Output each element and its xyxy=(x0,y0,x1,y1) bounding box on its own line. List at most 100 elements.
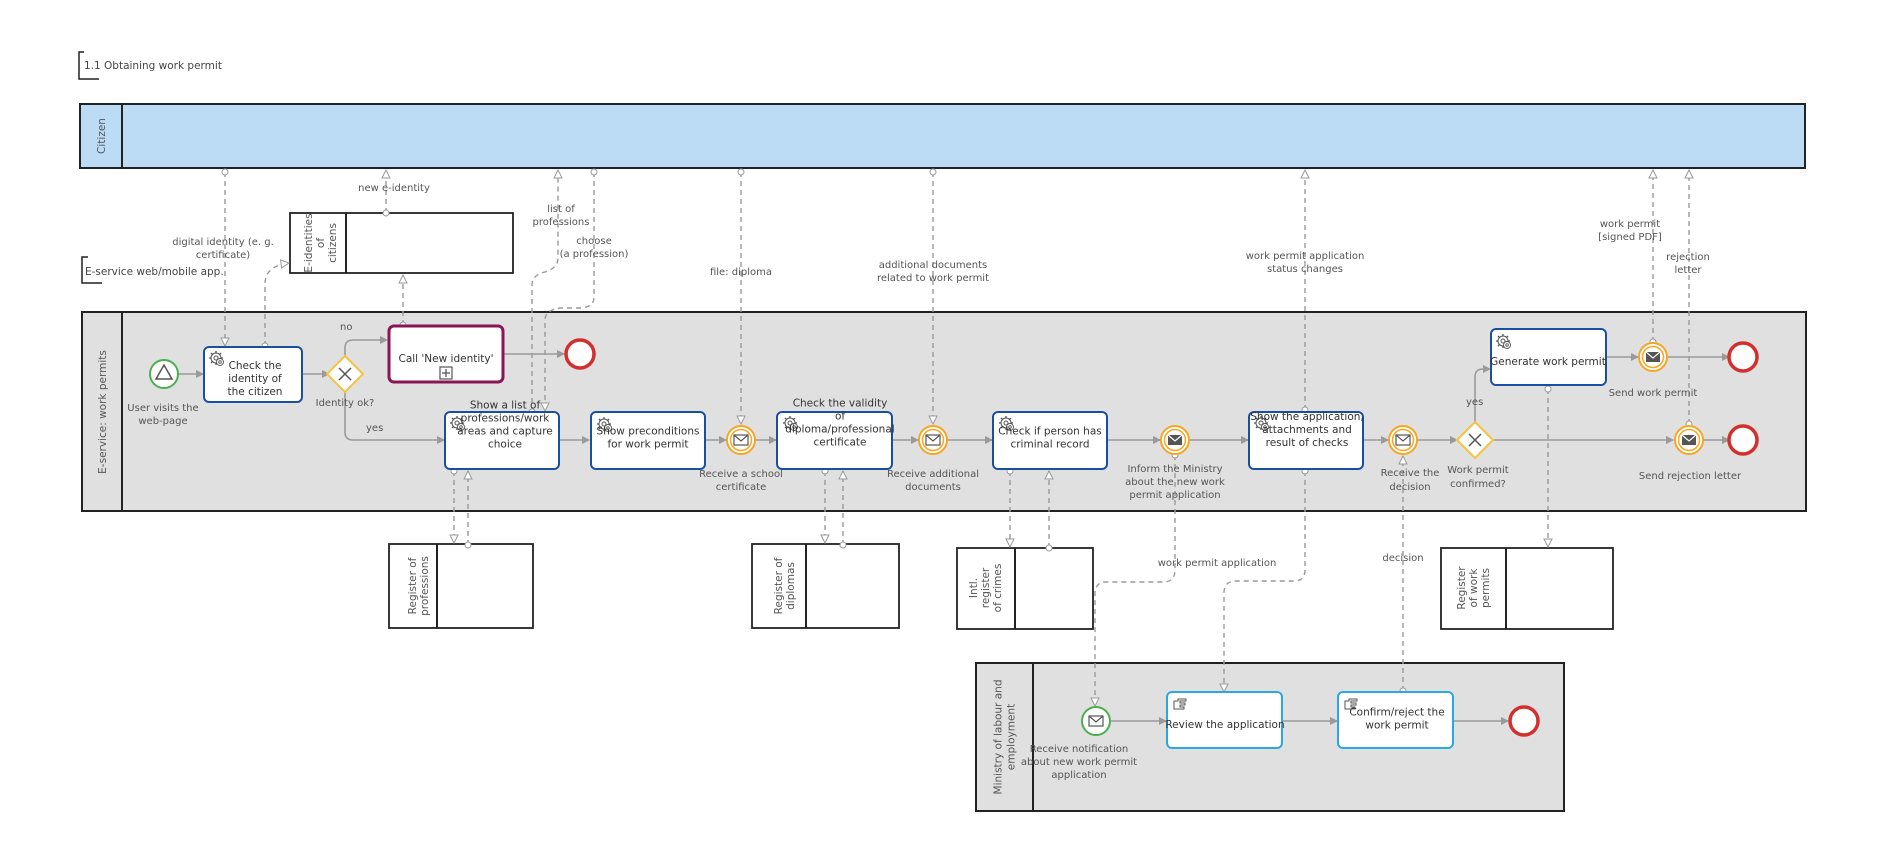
start-event-label-line: web-page xyxy=(138,416,187,427)
task-generate-permit-label-line: Generate work permit xyxy=(1490,356,1606,368)
end-event-rejected[interactable] xyxy=(1727,424,1759,456)
task-generate-permit-label: Generate work permit xyxy=(1490,356,1606,368)
register-crimes-label-line: register xyxy=(980,567,992,608)
pool-e-identities[interactable]: E-identities of citizens xyxy=(289,212,514,274)
task-show-application[interactable]: Show the application,attachments andresu… xyxy=(1248,411,1364,470)
pool-e-identities-label-line: citizens xyxy=(327,223,339,263)
label-work-permit-application-line: work permit application xyxy=(1158,558,1277,569)
pool-citizen-label: Citizen xyxy=(96,118,108,154)
event-ministry-receive-label-line: application xyxy=(1051,770,1106,781)
collapsed-subprocess-plus-icon xyxy=(439,366,453,380)
start-event-label-line: User visits the xyxy=(127,403,198,414)
event-send-work-permit-label: Send work permit xyxy=(1609,388,1698,399)
event-send-work-permit[interactable] xyxy=(1638,342,1668,372)
envelope-icon xyxy=(1395,434,1411,446)
task-show-professions-label-line: areas and capture xyxy=(457,426,553,438)
pool-citizen[interactable]: Citizen xyxy=(79,103,1806,169)
gateway-permit-confirmed-label-line: confirmed? xyxy=(1450,479,1506,490)
task-check-criminal-label: Check if person hascriminal record xyxy=(998,426,1101,451)
register-work-permits-label: Register of work permits xyxy=(1456,566,1492,610)
register-work-permits-label-line: Register xyxy=(1456,566,1468,610)
event-send-rejection-letter[interactable] xyxy=(1674,425,1704,455)
register-diplomas-label-line: Register of xyxy=(773,557,785,614)
event-inform-ministry-label-line: about the new work xyxy=(1125,477,1225,488)
event-receive-school-certificate[interactable] xyxy=(726,425,756,455)
pool-e-identities-label-line: E-identities xyxy=(303,213,315,272)
pool-register-work-permits[interactable]: Register of work permits xyxy=(1440,547,1614,630)
task-check-validity-label-line: Check the validity xyxy=(793,398,888,410)
flow-label-no: no xyxy=(340,322,352,333)
task-show-preconditions-label: Show preconditionsfor work permit xyxy=(597,426,700,451)
user-task-hand-icon xyxy=(1173,698,1187,710)
event-receive-school-label-line: certificate xyxy=(716,482,766,493)
register-work-permits-label-line: of work xyxy=(1468,568,1480,608)
pool-register-diplomas[interactable]: Register of diplomas xyxy=(751,543,900,629)
pool-register-crimes[interactable]: Intl. register of crimes xyxy=(956,547,1094,630)
task-review-application[interactable]: Review the application xyxy=(1165,691,1285,749)
task-show-application-label: Show the application,attachments andresu… xyxy=(1250,411,1364,449)
event-ministry-receive-notification[interactable] xyxy=(1081,706,1111,736)
label-file-diploma-line: file: diploma xyxy=(710,267,772,278)
task-confirm-reject-label-line: work permit xyxy=(1365,720,1428,732)
call-activity-new-identity[interactable]: Call 'New identity' xyxy=(387,324,505,384)
envelope-filled-icon xyxy=(1645,351,1661,362)
task-check-criminal-label-line: Check if person has xyxy=(998,426,1101,438)
label-decision: decision xyxy=(1382,553,1423,564)
register-professions-label-line: Register of xyxy=(407,557,419,614)
task-show-application-label-line: attachments and xyxy=(1262,424,1352,436)
event-inform-ministry-label-line: permit application xyxy=(1129,490,1220,501)
label-file-diploma: file: diploma xyxy=(710,267,772,278)
start-event-user-visits[interactable] xyxy=(149,359,179,389)
pool-e-service-label: E-service: work permits xyxy=(97,350,109,474)
label-digital-identity-line: digital identity (e. g. xyxy=(172,237,274,248)
event-receive-decision[interactable] xyxy=(1388,425,1418,455)
label-additional-docs-line: additional documents xyxy=(879,260,988,271)
end-event-ministry[interactable] xyxy=(1508,705,1540,737)
task-confirm-reject[interactable]: Confirm/reject thework permit xyxy=(1337,691,1454,749)
label-new-eidentity: new e-identity xyxy=(358,183,430,194)
envelope-icon xyxy=(925,434,941,446)
register-work-permits-label-line: permits xyxy=(1480,568,1492,608)
pool-ministry-label-line: employment xyxy=(1006,704,1018,770)
task-show-preconditions-label-line: Show preconditions xyxy=(597,426,700,438)
label-list-professions: list of professions xyxy=(533,204,590,228)
task-show-professions-label-line: professions/work xyxy=(461,413,551,425)
task-check-identity-label-line: identity of xyxy=(228,373,282,385)
gateway-identity-ok-label-line: Identity ok? xyxy=(316,398,375,409)
label-status-changes-line: work permit application xyxy=(1246,251,1365,262)
label-rejection-letter-line: letter xyxy=(1674,265,1702,276)
task-generate-work-permit[interactable]: Generate work permit xyxy=(1490,328,1607,386)
task-check-identity-label-line: the citizen xyxy=(228,386,283,398)
envelope-filled-icon xyxy=(1681,434,1697,445)
task-check-validity-label-line: certificate xyxy=(814,437,867,449)
pool-register-professions[interactable]: Register of professions xyxy=(388,543,534,629)
event-ministry-receive-label-line: Receive notification xyxy=(1030,744,1129,755)
label-work-permit-application: work permit application xyxy=(1158,558,1277,569)
event-send-work-permit-label-line: Send work permit xyxy=(1609,388,1698,399)
end-event-permit-sent[interactable] xyxy=(1727,341,1759,373)
task-confirm-reject-label-line: Confirm/reject the xyxy=(1349,707,1444,719)
title-text: 1.1 Obtaining work permit xyxy=(84,60,222,72)
label-status-changes-line: status changes xyxy=(1267,264,1343,275)
call-activity-label: Call 'New identity' xyxy=(398,353,493,365)
diagram-title: 1.1 Obtaining work permit xyxy=(78,51,222,80)
task-show-professions-label-line: choice xyxy=(488,439,522,451)
event-inform-ministry-label-line: Inform the Ministry xyxy=(1127,464,1222,475)
event-receive-additional-documents[interactable] xyxy=(918,425,948,455)
label-choose-profession-line: (a profession) xyxy=(560,249,629,260)
envelope-icon xyxy=(733,434,749,446)
task-check-criminal-record[interactable]: Check if person hascriminal record xyxy=(992,411,1108,470)
flow-label-yes-confirmed: yes xyxy=(1466,397,1483,408)
label-decision-line: decision xyxy=(1382,553,1423,564)
task-show-application-label-line: result of checks xyxy=(1266,437,1349,449)
event-inform-ministry[interactable] xyxy=(1160,425,1190,455)
label-rejection-letter-line: rejection xyxy=(1666,252,1710,263)
label-choose-profession-line: choose xyxy=(576,236,611,247)
task-show-preconditions[interactable]: Show preconditionsfor work permit xyxy=(590,411,706,470)
end-event-after-call[interactable] xyxy=(564,338,596,370)
task-review-application-label-line: Review the application xyxy=(1165,719,1284,731)
label-work-permit-pdf-line: work permit xyxy=(1600,219,1660,230)
task-check-identity[interactable]: Check theidentity ofthe citizen xyxy=(203,346,303,403)
event-send-rejection-label: Send rejection letter xyxy=(1639,471,1742,482)
task-check-validity[interactable]: Check the validityofdiploma/professional… xyxy=(776,398,895,470)
